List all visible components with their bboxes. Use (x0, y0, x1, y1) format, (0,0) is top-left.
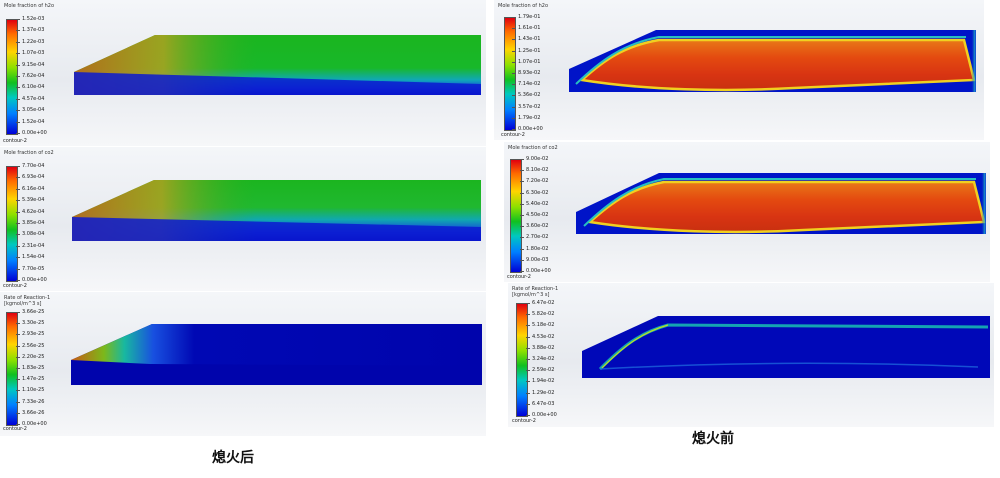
contour-panel-reaction-before: Rate of Reaction-1 [kgmol/m^3 s] 6.47e-0… (508, 283, 994, 427)
contour-panel-co2-after: Mole fraction of co2 7.70e-04 6.93e-04 6… (0, 147, 486, 291)
contour-plot (72, 180, 481, 241)
contour-panel-reaction-after: Rate of Reaction-1 [kgmol/m^3 s] 3.66e-2… (0, 292, 486, 436)
contour-panel-h2o-after: Mole fraction of h2o 1.52e-03 1.37e-03 1… (0, 0, 486, 146)
flame-region (579, 38, 976, 92)
flame-region (587, 180, 986, 234)
contour-plot (71, 324, 482, 385)
contour-plot (582, 316, 990, 378)
contour-plot (569, 30, 976, 92)
contour-panel-co2-before: Mole fraction of co2 9.00e-02 8.10e-02 7… (504, 142, 990, 282)
caption-after-extinction: 熄火后 (212, 450, 254, 466)
contour-panel-h2o-before: Mole fraction of h2o 1.79e-01 1.61e-01 1… (494, 0, 984, 140)
contour-plot (576, 173, 986, 234)
caption-before-extinction: 熄火前 (692, 431, 734, 447)
contour-plot (74, 35, 481, 95)
